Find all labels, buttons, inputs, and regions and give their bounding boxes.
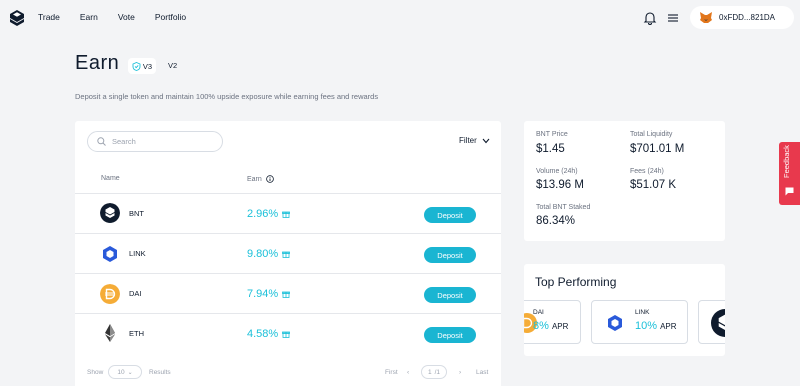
prev-page-icon[interactable]: ‹ [407,369,409,376]
page-size-select[interactable]: 10 ⌄ [108,365,142,379]
top-performing-card: Top Performing DAI 8% APR LINK 10% APR [524,264,725,356]
dai-icon [100,284,120,304]
top-bar: Trade Earn Vote Portfolio 0xFDD...821DA [0,0,800,36]
feedback-label: Feedback [782,145,791,178]
bnt-icon [100,203,120,223]
token-symbol: LINK [129,249,146,258]
volume-label: Volume (24h) [536,168,578,175]
nav-trade[interactable]: Trade [38,12,60,22]
table-row: DAI 7.94% Deposit [75,273,501,313]
bnt-icon [711,309,725,337]
top-pool-symbol: DAI [533,309,544,316]
deposit-button[interactable]: Deposit [424,247,476,263]
chevron-down-icon: ⌄ [127,369,133,376]
info-icon[interactable] [265,175,274,183]
fees-label: Fees (24h) [630,168,664,175]
apr-value: 9.80% [247,248,291,260]
nav-portfolio[interactable]: Portfolio [155,12,186,22]
menu-icon[interactable] [667,12,679,24]
last-page-link[interactable]: Last [476,369,488,376]
wallet-address: 0xFDD...821DA [719,13,776,22]
main-nav: Trade Earn Vote Portfolio [38,12,186,22]
top-pool-apr: 8% APR [533,320,568,332]
apr-text: 2.96% [247,208,279,220]
volume-value: $13.96 M [536,179,584,191]
first-page-link[interactable]: First [385,369,398,376]
nav-earn[interactable]: Earn [80,12,98,22]
bnt-price-label: BNT Price [536,131,568,138]
page-subtitle: Deposit a single token and maintain 100%… [75,92,379,101]
top-pool-bnt[interactable] [698,300,725,344]
total-liquidity-value: $701.01 M [630,143,685,155]
table-row: ETH 4.58% Deposit [75,313,501,353]
feedback-tab[interactable]: Feedback [779,142,800,205]
show-label: Show [87,369,104,376]
top-pool-apr: 10% APR [635,320,677,332]
page-total: /1 [434,368,441,376]
token-symbol: ETH [129,329,144,338]
top-pool-dai[interactable]: DAI 8% APR [524,300,581,344]
apr-value: 4.58% [247,328,291,340]
search-placeholder: Search [112,137,136,146]
apr-text: 9.80% [247,248,279,260]
header-earn-label: Earn [247,175,262,183]
gift-icon [282,251,291,258]
page-number-input[interactable]: 1 /1 [421,365,447,379]
gift-icon [282,211,291,218]
top-pool-apr-value: 10% [635,320,658,332]
search-input[interactable]: Search [87,131,223,152]
deposit-button[interactable]: Deposit [424,287,476,303]
filter-label: Filter [459,136,477,145]
bnt-price-value: $1.45 [536,143,565,155]
top-pool-link[interactable]: LINK 10% APR [591,300,688,344]
page-size-value: 10 [117,368,125,376]
total-liquidity-label: Total Liquidity [630,131,673,138]
table-row: BNT 2.96% Deposit [75,193,501,233]
top-performing-title: Top Performing [535,275,617,289]
apr-text: 7.94% [247,288,279,300]
pools-card: Search Filter Name Earn BNT 2.96% Deposi… [75,121,501,386]
apr-value: 2.96% [247,208,291,220]
page-number: 1 [427,368,432,376]
token-symbol: DAI [129,289,142,298]
apr-value: 7.94% [247,288,291,300]
next-page-icon[interactable]: › [459,369,461,376]
bell-icon[interactable] [643,11,657,25]
apr-text: 4.58% [247,328,279,340]
version-v3-label: V3 [142,61,153,71]
chat-icon [785,187,794,196]
page-title: Earn [75,52,120,74]
metamask-fox-icon [700,12,712,23]
filter-dropdown[interactable]: Filter [459,136,490,145]
staked-value: 86.34% [536,215,576,227]
header-earn: Earn [247,175,274,183]
eth-icon [105,324,115,342]
apr-suffix: APR [660,322,677,331]
link-icon [608,315,622,331]
top-pool-apr-value: 8% [533,320,549,332]
staked-label: Total BNT Staked [536,204,591,211]
stats-card: BNT Price $1.45 Total Liquidity $701.01 … [524,121,725,241]
link-icon [103,246,117,262]
deposit-button[interactable]: Deposit [424,327,476,343]
table-row: LINK 9.80% Deposit [75,233,501,273]
deposit-button[interactable]: Deposit [424,207,476,223]
nav-vote[interactable]: Vote [118,12,135,22]
bancor-logo-icon[interactable] [10,10,24,26]
wallet-button[interactable]: 0xFDD...821DA [690,6,794,29]
gift-icon [282,331,291,338]
token-symbol: BNT [129,209,144,218]
apr-suffix: APR [551,322,569,331]
version-v3-toggle[interactable]: V3 [128,58,156,74]
search-icon [97,137,106,146]
version-v2-toggle[interactable]: V2 [168,61,177,70]
chevron-down-icon [482,138,490,143]
shield-icon [132,61,141,71]
top-pool-symbol: LINK [635,309,650,316]
results-label: Results [149,369,171,376]
gift-icon [282,291,291,298]
fees-value: $51.07 K [630,179,677,191]
header-name: Name [101,175,120,182]
